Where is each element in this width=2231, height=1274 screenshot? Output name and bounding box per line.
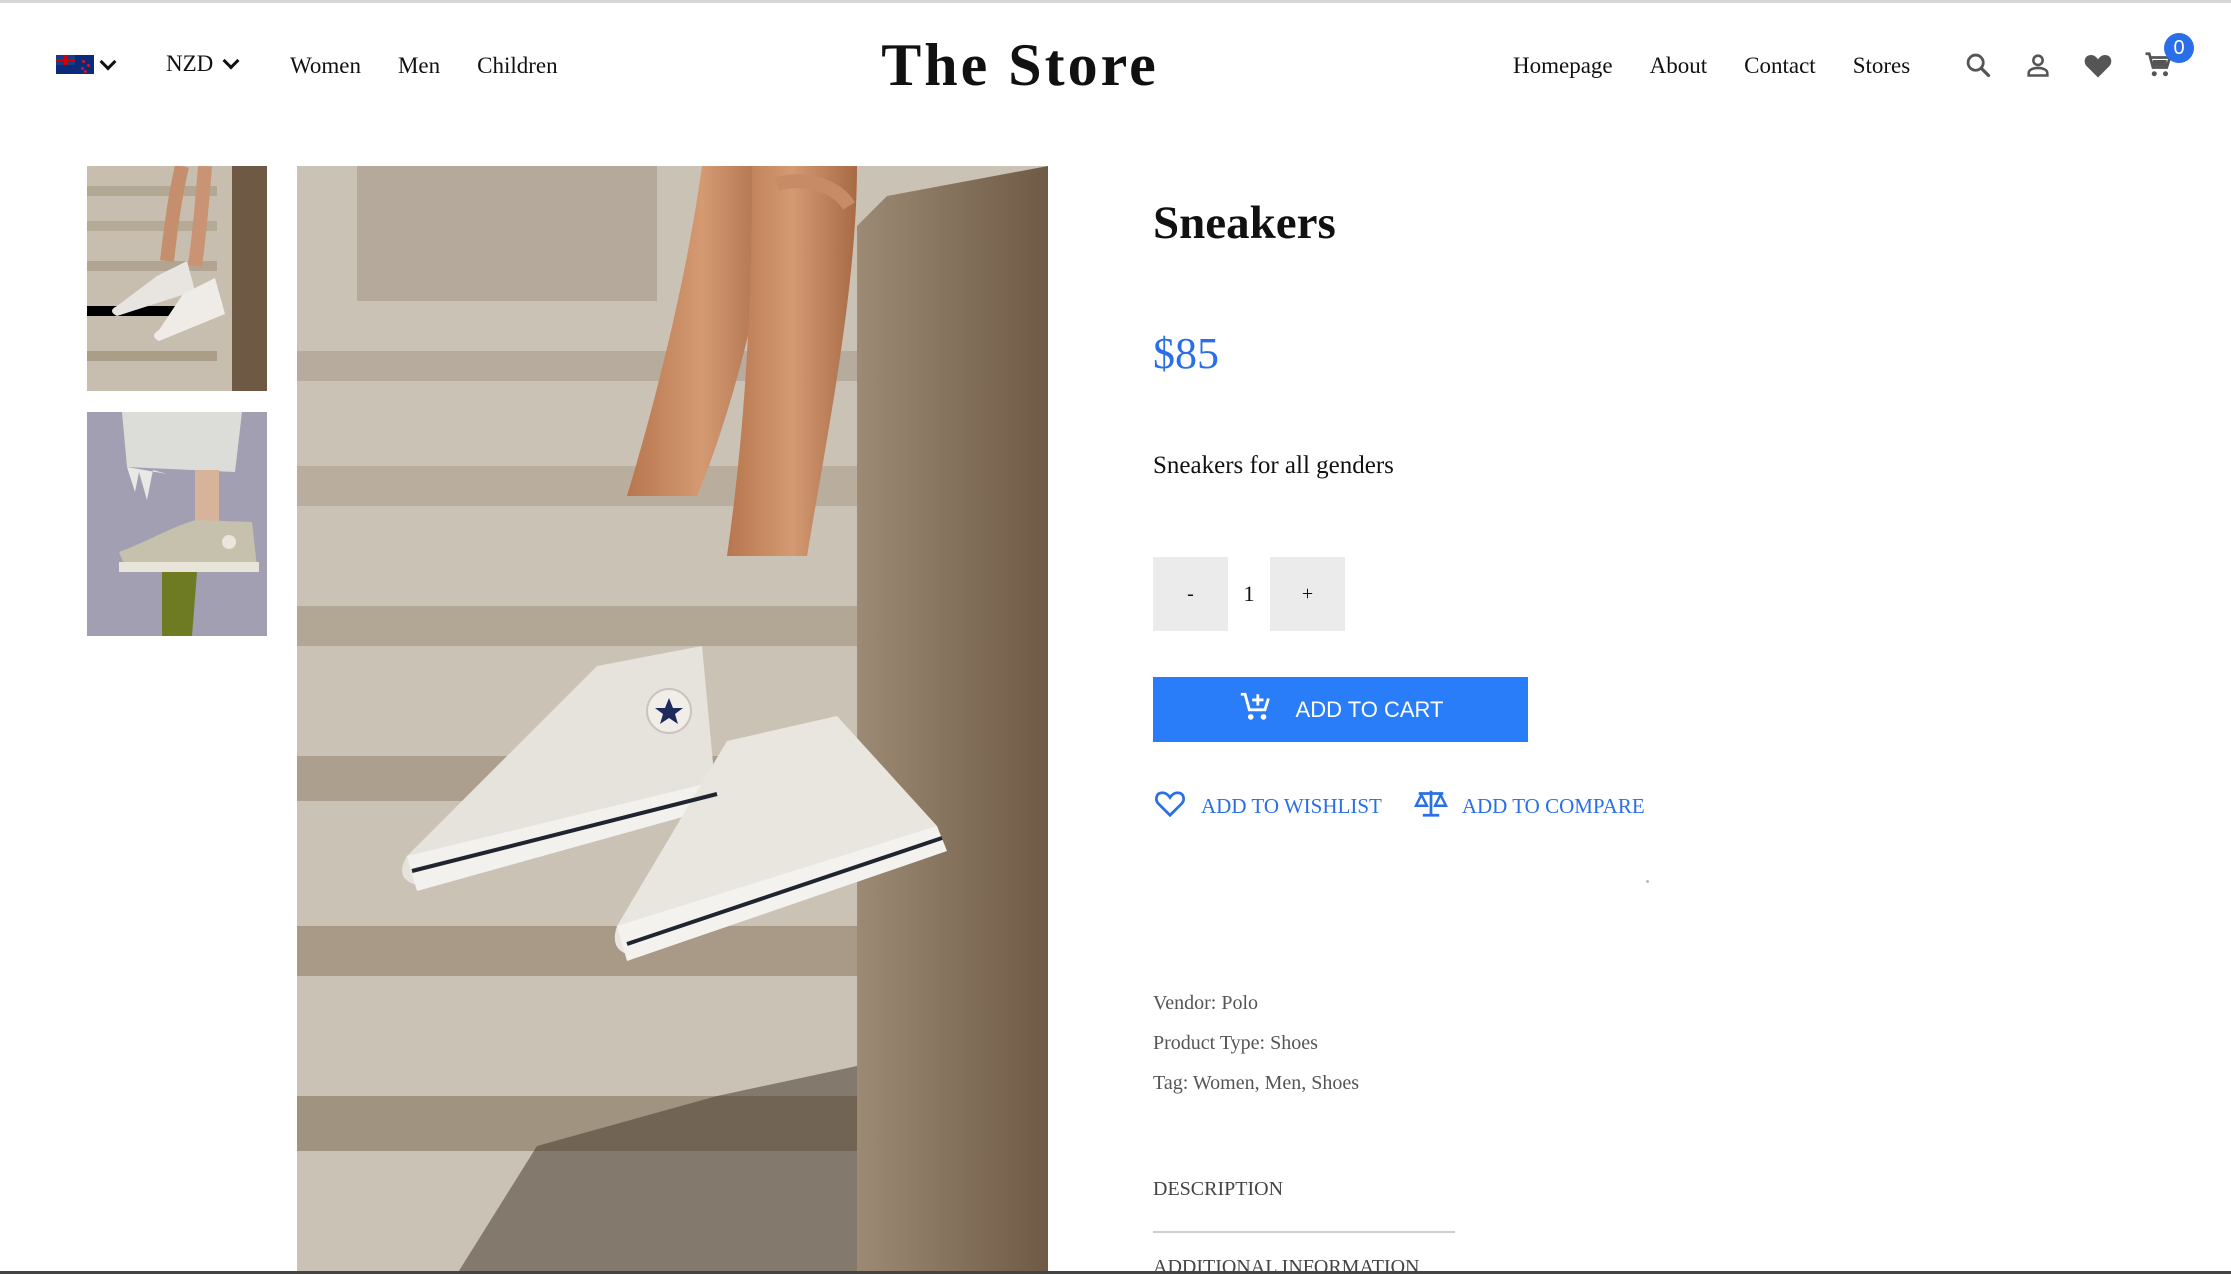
product-description: Sneakers for all genders <box>1153 452 1394 479</box>
tab-description[interactable]: DESCRIPTION <box>1153 1178 1283 1201</box>
secondary-actions: ADD TO WISHLIST ADD TO COMPARE <box>1153 788 1645 824</box>
product-meta: Vendor: Polo Product Type: Shoes Tag: Wo… <box>1153 983 1359 1103</box>
add-to-wishlist-link[interactable]: ADD TO WISHLIST <box>1153 788 1382 824</box>
quantity-value[interactable]: 1 <box>1228 581 1270 607</box>
add-to-cart-button[interactable]: ADD TO CART <box>1153 677 1528 742</box>
add-to-compare-label: ADD TO COMPARE <box>1461 793 1645 818</box>
scale-icon <box>1413 788 1448 824</box>
thumbnail-2[interactable] <box>87 412 267 636</box>
heart-outline-icon <box>1153 788 1187 824</box>
divider-dot <box>1646 880 1649 883</box>
quantity-stepper: - 1 + <box>1153 557 1345 631</box>
cart-add-icon <box>1238 690 1272 730</box>
site-nav: Homepage About Contact Stores <box>1513 53 1910 79</box>
nav-stores[interactable]: Stores <box>1853 53 1911 79</box>
cart-icon[interactable]: 0 <box>2142 33 2194 81</box>
nav-homepage[interactable]: Homepage <box>1513 53 1613 79</box>
add-to-wishlist-label: ADD TO WISHLIST <box>1201 793 1382 818</box>
vendor-text: Vendor: Polo <box>1153 992 1258 1014</box>
tags-text: Tag: Women, Men, Shoes <box>1153 1072 1360 1094</box>
increase-quantity-button[interactable]: + <box>1270 557 1345 631</box>
heart-icon[interactable] <box>2082 49 2114 81</box>
product-title: Sneakers <box>1153 197 1336 249</box>
product-price: $85 <box>1153 329 1219 378</box>
nav-about[interactable]: About <box>1650 53 1708 79</box>
nav-contact[interactable]: Contact <box>1744 53 1816 79</box>
add-to-cart-label: ADD TO CART <box>1295 696 1444 722</box>
decrease-quantity-button[interactable]: - <box>1153 557 1228 631</box>
site-header: NZD Women Men Children The Store Homepag… <box>0 3 2231 128</box>
tab-divider <box>1153 1231 1455 1233</box>
product-type-text: Product Type: Shoes <box>1153 1032 1318 1054</box>
search-icon[interactable] <box>1962 49 1994 81</box>
user-icon[interactable] <box>2022 49 2054 81</box>
thumbnail-1[interactable] <box>87 166 267 391</box>
cart-count-badge: 0 <box>2164 33 2194 63</box>
header-icons: 0 <box>1962 33 2194 81</box>
product-main-image <box>297 166 1048 1274</box>
add-to-compare-link[interactable]: ADD TO COMPARE <box>1413 788 1645 824</box>
